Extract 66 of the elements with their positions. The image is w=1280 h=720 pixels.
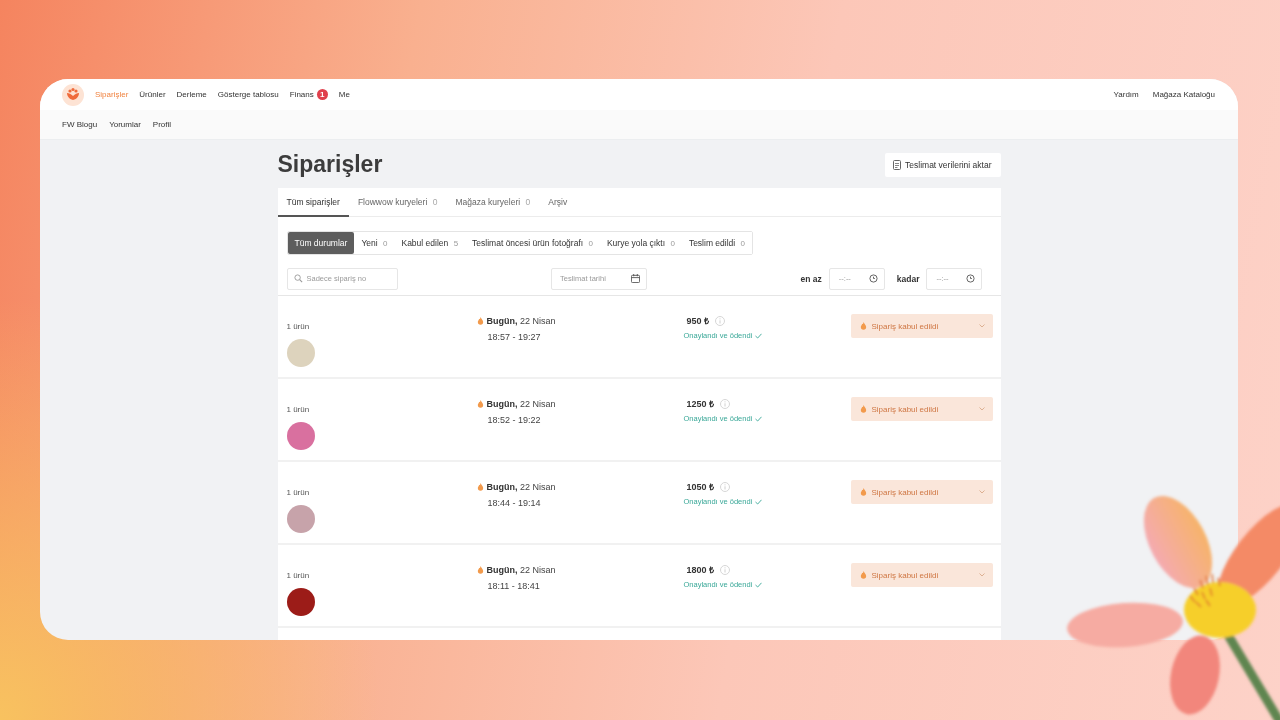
delivery-time: 18:57 - 19:27 (487, 332, 541, 343)
flame-icon (476, 565, 484, 574)
export-button[interactable]: Teslimat verilerini aktar (885, 152, 1001, 177)
flame-icon (859, 571, 867, 579)
item-count: 1 ürün (286, 571, 310, 581)
nav-link[interactable]: Yorumlar (109, 120, 141, 129)
delivery-date: Bugün, 22 Nisan (486, 564, 556, 575)
item-count: 1 ürün (286, 405, 310, 415)
caret-icon (978, 407, 985, 411)
caret-icon (978, 490, 985, 494)
delivery-date: Bugün, 22 Nisan (486, 398, 556, 409)
page-title: Siparişler (277, 152, 383, 177)
item-count: 1 ürün (286, 322, 310, 332)
check-icon (755, 581, 763, 588)
nav-link[interactable]: FW Blogu (62, 120, 98, 129)
status-filter[interactable]: Tüm durumlar (287, 232, 355, 254)
delivery-time: 18:11 - 18:41 (487, 581, 540, 592)
info-icon[interactable] (715, 315, 726, 326)
nav-link[interactable]: Mağaza Kataloğu (1152, 90, 1215, 99)
nav-item[interactable]: Gösterge tablosu (217, 90, 279, 99)
check-icon (755, 498, 763, 505)
caret-icon (978, 573, 985, 577)
info-icon[interactable] (720, 398, 731, 409)
document-icon (893, 159, 902, 170)
delivery-time: 18:52 - 19:22 (487, 415, 541, 426)
check-icon (755, 332, 763, 339)
flame-icon (476, 399, 484, 408)
flame-icon (859, 322, 867, 330)
delivery-date: Bugün, 22 Nisan (486, 481, 556, 492)
tab[interactable]: Arşiv (539, 188, 577, 217)
clock-icon (868, 274, 878, 283)
nav-link[interactable]: Profil (152, 120, 172, 129)
order-price: 1050 ₺ (686, 481, 715, 493)
nav-item[interactable]: Derleme (176, 90, 207, 99)
tab[interactable]: Flowwow kuryeleri 0 (348, 188, 447, 217)
photo-placeholder (286, 588, 315, 616)
search-icon (293, 274, 303, 283)
calendar-icon (631, 274, 640, 283)
count-badge: 1 (316, 89, 328, 100)
flame-icon (859, 488, 867, 496)
tab[interactable]: Mağaza kuryeleri 0 (446, 188, 540, 217)
logo-icon[interactable] (62, 83, 84, 106)
order-price: 950 ₺ (686, 315, 710, 327)
caret-icon (978, 324, 985, 328)
delivery-date: Bugün, 22 Nisan (486, 315, 556, 326)
photo-placeholder (286, 505, 315, 533)
check-icon (755, 415, 763, 422)
tab[interactable]: Tüm siparişler (277, 188, 349, 217)
flame-icon (476, 482, 484, 491)
nav-item[interactable]: Ürünler (139, 90, 166, 99)
photo-placeholder (286, 422, 315, 450)
nav-item[interactable]: Finans 1 (289, 89, 328, 100)
order-price: 1800 ₺ (686, 564, 715, 576)
flame-icon (859, 405, 867, 413)
flame-icon (476, 316, 484, 325)
item-count: 1 ürün (286, 488, 310, 498)
time-from-label: en az (800, 273, 822, 284)
nav-item[interactable]: Me (338, 90, 350, 99)
time-to-label: kadar (896, 273, 920, 284)
info-icon[interactable] (720, 564, 731, 575)
order-price: 1250 ₺ (686, 398, 715, 410)
delivery-time: 18:44 - 19:14 (487, 498, 541, 509)
clock-icon (966, 274, 976, 283)
photo-placeholder (286, 339, 315, 367)
nav-link[interactable]: Yardım (1113, 90, 1139, 99)
info-icon[interactable] (720, 481, 731, 492)
